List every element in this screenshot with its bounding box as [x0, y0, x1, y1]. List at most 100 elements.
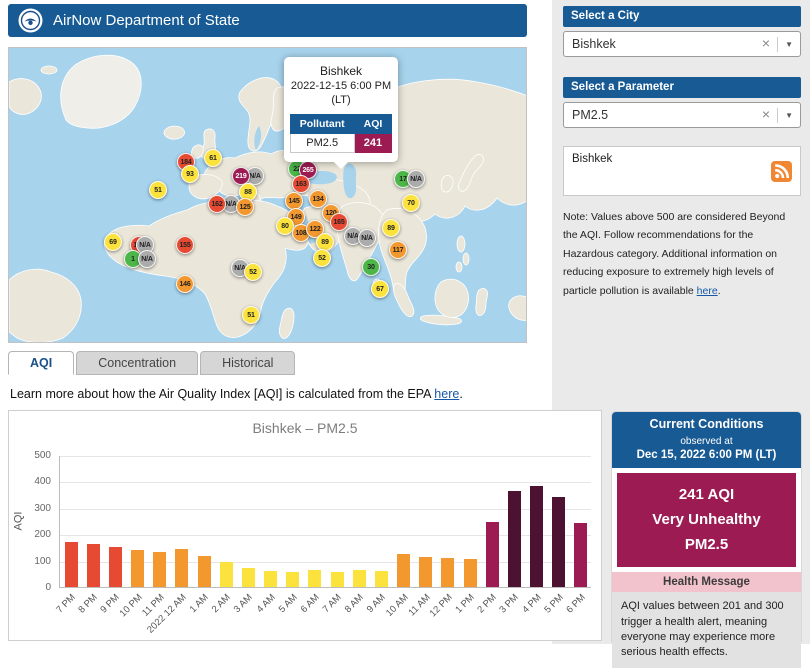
- map-marker[interactable]: 51: [242, 306, 260, 324]
- y-axis-tick: 500: [34, 450, 51, 461]
- map-marker[interactable]: 155: [176, 236, 194, 254]
- current-aqi-pollutant: PM2.5: [617, 533, 796, 558]
- map-marker[interactable]: 89: [316, 233, 334, 251]
- map-marker[interactable]: 165: [330, 213, 348, 231]
- chart-bar[interactable]: [242, 568, 255, 587]
- map-popup: Bishkek 2022-12-15 6:00 PM (LT) Pollutan…: [284, 57, 398, 162]
- chart-bar[interactable]: [264, 571, 277, 587]
- map-marker[interactable]: 69: [104, 233, 122, 251]
- city-select-value: Bishkek: [572, 37, 756, 51]
- popup-datetime: 2022-12-15 6:00 PM (LT): [289, 79, 393, 108]
- chevron-down-icon[interactable]: ▼: [785, 111, 793, 120]
- rss-feed-box: Bishkek: [563, 146, 801, 196]
- health-message-text: AQI values between 201 and 300 trigger a…: [612, 592, 801, 668]
- chart-bar[interactable]: [65, 542, 78, 587]
- chart-bar[interactable]: [375, 571, 388, 587]
- chart-bar[interactable]: [109, 547, 122, 587]
- parameter-select[interactable]: PM2.5 × ▼: [563, 102, 801, 128]
- chart-bar[interactable]: [486, 522, 499, 587]
- learn-more-suffix: .: [459, 387, 462, 401]
- map-marker[interactable]: 67: [371, 280, 389, 298]
- y-axis-tick: 300: [34, 503, 51, 514]
- select-parameter-header: Select a Parameter: [563, 77, 801, 98]
- chart-tabs: AQI Concentration Historical: [8, 351, 295, 375]
- note-here-link[interactable]: here: [697, 285, 718, 297]
- chevron-down-icon[interactable]: ▼: [785, 40, 793, 49]
- map-marker[interactable]: 125: [236, 198, 254, 216]
- popup-city: Bishkek: [289, 64, 393, 78]
- world-aqi-map[interactable]: 1846193N/A21988N/A1621255169174N/A1551N/…: [8, 47, 527, 343]
- tab-historical[interactable]: Historical: [200, 351, 295, 375]
- health-message-header: Health Message: [612, 572, 801, 592]
- chart-bar[interactable]: [353, 570, 366, 587]
- popup-aqi-value: 241: [354, 133, 392, 152]
- world-map-background: [9, 48, 527, 343]
- map-marker[interactable]: 52: [313, 249, 331, 267]
- app-header: AirNow Department of State: [8, 4, 527, 37]
- chart-bar[interactable]: [286, 572, 299, 587]
- chart-bar[interactable]: [198, 556, 211, 587]
- city-select[interactable]: Bishkek × ▼: [563, 31, 801, 57]
- current-aqi-value: 241 AQI: [617, 483, 796, 508]
- popup-pollutant-header: Pollutant: [290, 114, 354, 133]
- current-conditions-title: Current Conditions: [612, 417, 801, 431]
- chart-bar[interactable]: [464, 559, 477, 588]
- select-divider: [777, 37, 778, 52]
- chart-bar[interactable]: [419, 557, 432, 587]
- aqi-bar-chart: Bishkek – PM2.5 AQI 0100200300400500 7 P…: [8, 410, 602, 641]
- chart-bar[interactable]: [331, 572, 344, 587]
- page-title: AirNow Department of State: [53, 12, 240, 29]
- tab-concentration[interactable]: Concentration: [76, 351, 198, 375]
- note-text-suffix: .: [718, 285, 721, 297]
- map-marker[interactable]: 89: [382, 219, 400, 237]
- y-axis-tick: 100: [34, 556, 51, 567]
- chart-bar[interactable]: [308, 570, 321, 587]
- rss-city-label: Bishkek: [572, 153, 612, 165]
- map-marker[interactable]: 93: [181, 165, 199, 183]
- select-divider: [777, 108, 778, 123]
- select-city-header: Select a City: [563, 6, 801, 27]
- current-conditions-panel: Current Conditions observed at Dec 15, 2…: [612, 412, 801, 641]
- rss-icon[interactable]: [771, 161, 792, 182]
- y-axis-tick: 400: [34, 476, 51, 487]
- tab-aqi[interactable]: AQI: [8, 351, 74, 375]
- clear-city-icon[interactable]: ×: [756, 35, 777, 53]
- map-marker[interactable]: N/A: [407, 170, 425, 188]
- map-marker[interactable]: 117: [389, 241, 407, 259]
- x-axis: 7 PM8 PM9 PM10 PM11 PM2022 12 AM1 AM2 AM…: [59, 592, 591, 640]
- chart-bar[interactable]: [552, 497, 565, 587]
- learn-more-prefix: Learn more about how the Air Quality Ind…: [10, 387, 434, 401]
- gridline: [60, 456, 591, 457]
- chart-bar[interactable]: [131, 550, 144, 587]
- popup-aqi-header: AQI: [354, 114, 392, 133]
- chart-bar[interactable]: [153, 552, 166, 587]
- chart-bar[interactable]: [441, 558, 454, 587]
- parameter-select-value: PM2.5: [572, 108, 756, 122]
- epa-learn-more-link[interactable]: here: [434, 387, 459, 401]
- clear-parameter-icon[interactable]: ×: [756, 106, 777, 124]
- learn-more-text: Learn more about how the Air Quality Ind…: [10, 387, 463, 401]
- map-marker[interactable]: 52: [244, 263, 262, 281]
- note-text: Note: Values above 500 are considered Be…: [563, 211, 785, 297]
- chart-bar[interactable]: [508, 491, 521, 587]
- map-marker[interactable]: 61: [204, 149, 222, 167]
- map-marker[interactable]: 146: [176, 275, 194, 293]
- map-marker[interactable]: 162: [208, 195, 226, 213]
- gridline: [60, 482, 591, 483]
- popup-pollutant-value: PM2.5: [290, 133, 354, 152]
- map-marker[interactable]: N/A: [358, 229, 376, 247]
- map-marker[interactable]: 30: [362, 258, 380, 276]
- chart-bar[interactable]: [175, 549, 188, 587]
- chart-bar[interactable]: [397, 554, 410, 587]
- department-of-state-seal-icon: [18, 8, 43, 33]
- chart-bar[interactable]: [220, 562, 233, 587]
- map-marker[interactable]: 163: [292, 175, 310, 193]
- chart-bar[interactable]: [87, 544, 100, 587]
- map-marker[interactable]: 51: [149, 181, 167, 199]
- chart-bar[interactable]: [574, 523, 587, 587]
- y-axis-tick: 200: [34, 529, 51, 540]
- chart-bar[interactable]: [530, 486, 543, 587]
- current-conditions-header: Current Conditions observed at Dec 15, 2…: [612, 412, 801, 468]
- map-marker[interactable]: 70: [402, 194, 420, 212]
- map-marker[interactable]: N/A: [138, 250, 156, 268]
